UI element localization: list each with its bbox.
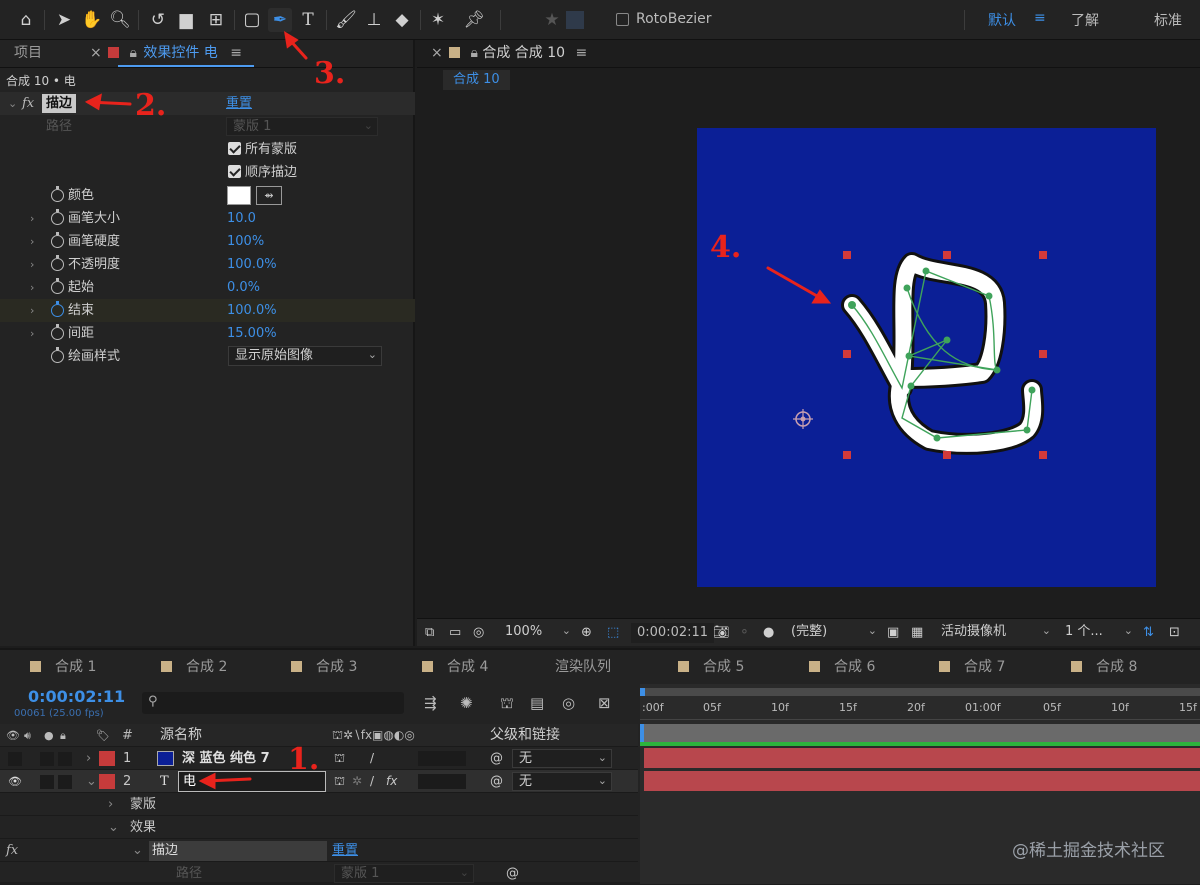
annotation-arrowhead-2 xyxy=(84,93,102,111)
annotation-overlay xyxy=(84,31,832,790)
annotation-arrowhead-4 xyxy=(811,289,832,304)
annotation-arrow-4 xyxy=(766,266,826,302)
annotation-label-4: 4. xyxy=(710,230,742,265)
annotation-label-3: 3. xyxy=(314,56,346,91)
annotation-label-2: 2. xyxy=(135,88,167,123)
annotation-arrowhead-1 xyxy=(198,772,216,790)
annotation-label-1: 1. xyxy=(288,742,320,777)
